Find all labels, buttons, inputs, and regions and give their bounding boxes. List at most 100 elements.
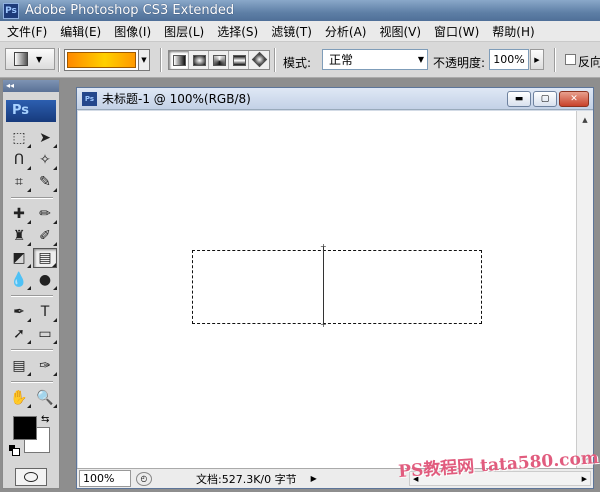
close-button[interactable]: ✕ [559,91,589,107]
tool-flyout-indicator [53,318,57,322]
angle-gradient-button[interactable] [209,51,229,69]
tool-flyout-indicator [27,372,31,376]
menu-edit[interactable]: 编辑(E) [53,23,107,40]
color-swatches: ⇆ [3,414,59,462]
tool-flyout-indicator [27,166,31,170]
window-controls: ▬ ▢ ✕ [507,91,589,107]
marquee-tool-icon[interactable]: ⬚ [7,128,31,148]
document-title-bar[interactable]: Ps 未标题-1 @ 100%(RGB/8) ▬ ▢ ✕ [77,88,593,110]
notes-tool-icon[interactable]: ▤ [7,356,31,376]
tool-flyout-indicator [27,264,31,268]
healing-brush-tool-icon[interactable]: ✚ [7,204,31,224]
menu-analysis[interactable]: 分析(A) [318,23,373,40]
toolbox-divider [11,197,53,199]
crop-tool-icon[interactable]: ⌗ [7,172,31,192]
mode-value: 正常 [329,53,354,67]
tool-flyout-indicator [53,340,57,344]
move-tool-icon[interactable]: ➤ [33,128,57,148]
maximize-button[interactable]: ▢ [533,91,557,107]
opacity-input[interactable]: 100% [489,49,529,70]
status-menu-arrow-icon[interactable]: ▶ [311,474,317,483]
photoshop-logo-icon: Ps [3,2,19,19]
lasso-tool-icon[interactable]: ᑎ [7,150,31,170]
quick-mask-button[interactable] [15,468,47,486]
zoom-tool-icon[interactable]: 🔍 [33,388,57,408]
toolbox-divider [11,381,53,383]
gradient-swatch[interactable] [67,52,136,68]
chevron-down-icon: ▼ [417,55,425,64]
separator [160,48,162,72]
reverse-checkbox[interactable] [565,54,576,65]
brush-tool-icon[interactable]: ✏ [33,204,57,224]
tool-preset-picker[interactable]: ▼ [5,48,55,70]
toolbox: ◂◂ Ps ⬚ ➤ ᑎ ✧ ⌗ ✎ ✚ ✏ ♜ ✐ ◩ ▤ 💧 ● ✒ T ➚ ▭ ▤ ✑ ✋ 🔍 ⇆ [2,79,60,489]
tool-flyout-indicator [53,286,57,290]
eraser-tool-icon[interactable]: ◩ [7,248,31,268]
gradient-tool-preset-icon [14,52,28,66]
document-ps-icon: Ps [82,91,97,106]
tool-flyout-indicator [52,263,56,267]
gradient-drag-line [320,242,327,329]
separator [58,48,60,72]
menu-view[interactable]: 视图(V) [372,23,427,40]
path-selection-tool-icon[interactable]: ➚ [7,324,31,344]
blur-tool-icon[interactable]: 💧 [7,270,31,290]
app-title-bar: Ps Adobe Photoshop CS3 Extended [0,0,600,21]
eyedropper-tool-icon[interactable]: ✑ [33,356,57,376]
tool-flyout-indicator [27,340,31,344]
scroll-right-icon[interactable]: ▶ [582,475,587,483]
tool-flyout-indicator [27,318,31,322]
radial-gradient-button[interactable] [189,51,209,69]
tool-flyout-indicator [53,372,57,376]
menu-help[interactable]: 帮助(H) [485,23,540,40]
menu-layer[interactable]: 图层(L) [157,23,210,40]
pen-tool-icon[interactable]: ✒ [7,302,31,322]
rectangular-selection [192,250,482,324]
default-colors-icon[interactable] [9,445,20,456]
vertical-scrollbar[interactable]: ▲ ▼ [576,111,593,469]
canvas[interactable] [78,111,577,469]
tool-flyout-indicator [53,188,57,192]
history-brush-tool-icon[interactable]: ✐ [33,226,57,246]
hand-tool-icon[interactable]: ✋ [7,388,31,408]
tool-flyout-indicator [27,286,31,290]
foreground-color[interactable] [13,416,37,440]
magic-wand-tool-icon[interactable]: ✧ [33,150,57,170]
tool-flyout-indicator [53,220,57,224]
tool-flyout-indicator [53,404,57,408]
menu-window[interactable]: 窗口(W) [427,23,485,40]
chevron-down-icon[interactable]: ▼ [138,50,149,70]
tool-flyout-indicator [53,242,57,246]
scroll-up-icon[interactable]: ▲ [577,111,593,128]
slice-tool-icon[interactable]: ✎ [33,172,57,192]
gradient-picker[interactable]: ▼ [64,49,150,71]
separator [274,48,276,72]
zoom-level-field[interactable]: 100% [79,470,131,487]
options-bar: ▼ ▼ 模式: 正常 ▼ 不透明度: 100% ▶ 反向 [0,42,600,78]
diamond-gradient-button[interactable] [249,51,269,69]
opacity-slider-button[interactable]: ▶ [530,49,544,70]
status-indicator-icon[interactable]: ◴ [136,471,152,486]
mode-select[interactable]: 正常 ▼ [322,49,428,70]
swap-colors-icon[interactable]: ⇆ [41,414,49,425]
clone-stamp-tool-icon[interactable]: ♜ [7,226,31,246]
menu-filter[interactable]: 滤镜(T) [264,23,318,40]
shape-tool-icon[interactable]: ▭ [33,324,57,344]
photoshop-logo-icon[interactable]: Ps [6,100,56,122]
linear-gradient-button[interactable] [169,51,189,69]
menu-image[interactable]: 图像(I) [107,23,157,40]
menu-file[interactable]: 文件(F) [0,23,53,40]
menu-select[interactable]: 选择(S) [210,23,264,40]
tool-flyout-indicator [27,242,31,246]
toolbox-collapse-icon[interactable]: ◂◂ [3,80,59,92]
tool-flyout-indicator [53,144,57,148]
reflected-gradient-button[interactable] [229,51,249,69]
gradient-tool-icon[interactable]: ▤ [33,248,57,268]
tool-flyout-indicator [27,220,31,224]
minimize-button[interactable]: ▬ [507,91,531,107]
quick-mask-icon [24,472,38,482]
chevron-down-icon: ▼ [36,54,43,64]
reverse-label: 反向 [578,55,600,69]
type-tool-icon[interactable]: T [33,302,57,322]
dodge-tool-icon[interactable]: ● [33,270,57,290]
